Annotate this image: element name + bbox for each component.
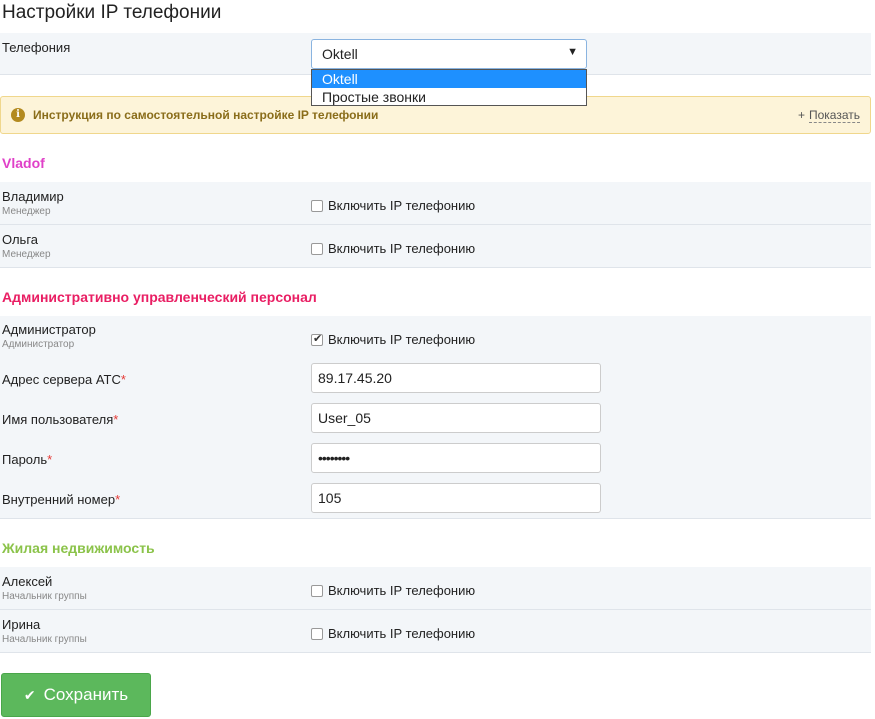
telephony-option-oktell[interactable]: Oktell bbox=[312, 70, 586, 88]
checkbox[interactable] bbox=[311, 584, 323, 597]
enable-ip-telephony-vladimir[interactable]: Включить IP телефонию bbox=[311, 198, 475, 213]
enable-ip-telephony-aleksey[interactable]: Включить IP телефонию bbox=[311, 583, 475, 598]
telephony-option-simple-calls[interactable]: Простые звонки bbox=[312, 88, 586, 106]
enable-label: Включить IP телефонию bbox=[328, 198, 476, 213]
user-name: Ольга bbox=[2, 232, 39, 247]
enable-ip-telephony-olga[interactable]: Включить IP телефонию bbox=[311, 241, 475, 256]
group-title-residential: Жилая недвижимость bbox=[2, 540, 155, 556]
user-role: Начальник группы bbox=[2, 634, 87, 645]
checkbox-checked[interactable] bbox=[311, 332, 323, 346]
checkbox[interactable] bbox=[311, 199, 323, 212]
username-label: Имя пользователя* bbox=[2, 412, 119, 427]
telephony-label: Телефония bbox=[2, 40, 71, 55]
enable-label: Включить IP телефонию bbox=[328, 626, 476, 641]
enable-label: Включить IP телефонию bbox=[328, 332, 476, 347]
telephony-dropdown: Oktell Простые звонки bbox=[311, 69, 587, 106]
checkbox[interactable] bbox=[311, 242, 323, 255]
info-icon: i bbox=[11, 108, 25, 122]
server-address-label: Адрес сервера АТС* bbox=[2, 372, 126, 387]
instruction-text: Инструкция по самостоятельной настройке … bbox=[33, 108, 379, 122]
telephony-select[interactable]: Oktell ▼ bbox=[311, 39, 587, 69]
user-name: Владимир bbox=[2, 189, 64, 204]
username-input[interactable]: User_05 bbox=[311, 403, 601, 433]
checkbox[interactable] bbox=[311, 627, 323, 640]
plus-icon: + bbox=[797, 108, 805, 122]
page-title: Настройки IP телефонии bbox=[2, 2, 222, 23]
telephony-selected-value: Oktell bbox=[322, 46, 358, 62]
extension-input[interactable]: 105 bbox=[311, 483, 601, 513]
user-name: Администратор bbox=[2, 322, 96, 337]
enable-ip-telephony-admin[interactable]: Включить IP телефонию bbox=[311, 332, 475, 347]
group-title-vladof: Vladof bbox=[2, 155, 45, 171]
extension-label: Внутренний номер* bbox=[2, 492, 121, 507]
group-title-admin-staff: Административно управленческий персонал bbox=[2, 289, 317, 305]
user-name: Алексей bbox=[2, 574, 53, 589]
save-label: Сохранить bbox=[43, 685, 129, 704]
password-input[interactable]: •••••••• bbox=[311, 443, 601, 473]
user-role: Менеджер bbox=[2, 249, 51, 260]
server-address-input[interactable]: 89.17.45.20 bbox=[311, 363, 601, 393]
user-role: Начальник группы bbox=[2, 591, 87, 602]
caret-down-icon: ▼ bbox=[567, 46, 578, 58]
enable-label: Включить IP телефонию bbox=[328, 241, 476, 256]
enable-label: Включить IP телефонию bbox=[328, 583, 476, 598]
user-name: Ирина bbox=[2, 617, 41, 632]
enable-ip-telephony-irina[interactable]: Включить IP телефонию bbox=[311, 626, 475, 641]
checkmark-icon: ✔ bbox=[23, 686, 36, 703]
save-button[interactable]: ✔ Сохранить bbox=[1, 673, 151, 717]
show-instruction-link[interactable]: + Показать bbox=[797, 108, 860, 123]
user-role: Менеджер bbox=[2, 206, 51, 217]
show-instruction-label: Показать bbox=[808, 108, 860, 123]
password-label: Пароль* bbox=[2, 452, 53, 467]
user-role: Администратор bbox=[2, 339, 75, 350]
